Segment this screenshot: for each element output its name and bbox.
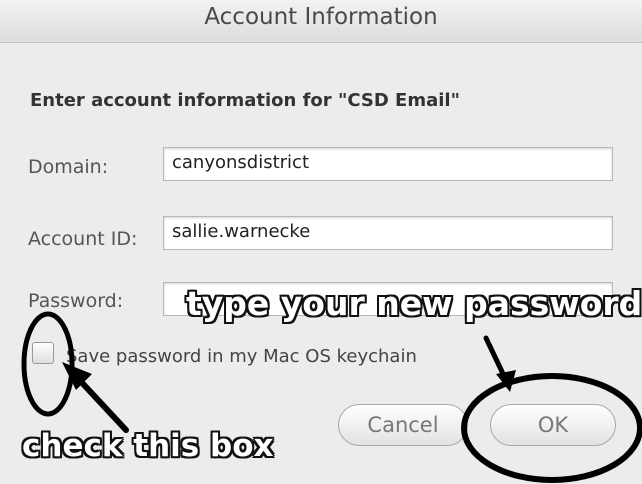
ok-circle-annotation xyxy=(461,373,642,483)
ok-arrow-annotation xyxy=(483,335,508,381)
annotation-overlay xyxy=(21,311,642,483)
password-hint-annotation: type your new password xyxy=(186,284,642,323)
checkbox-hint-annotation: check this box xyxy=(22,428,274,464)
